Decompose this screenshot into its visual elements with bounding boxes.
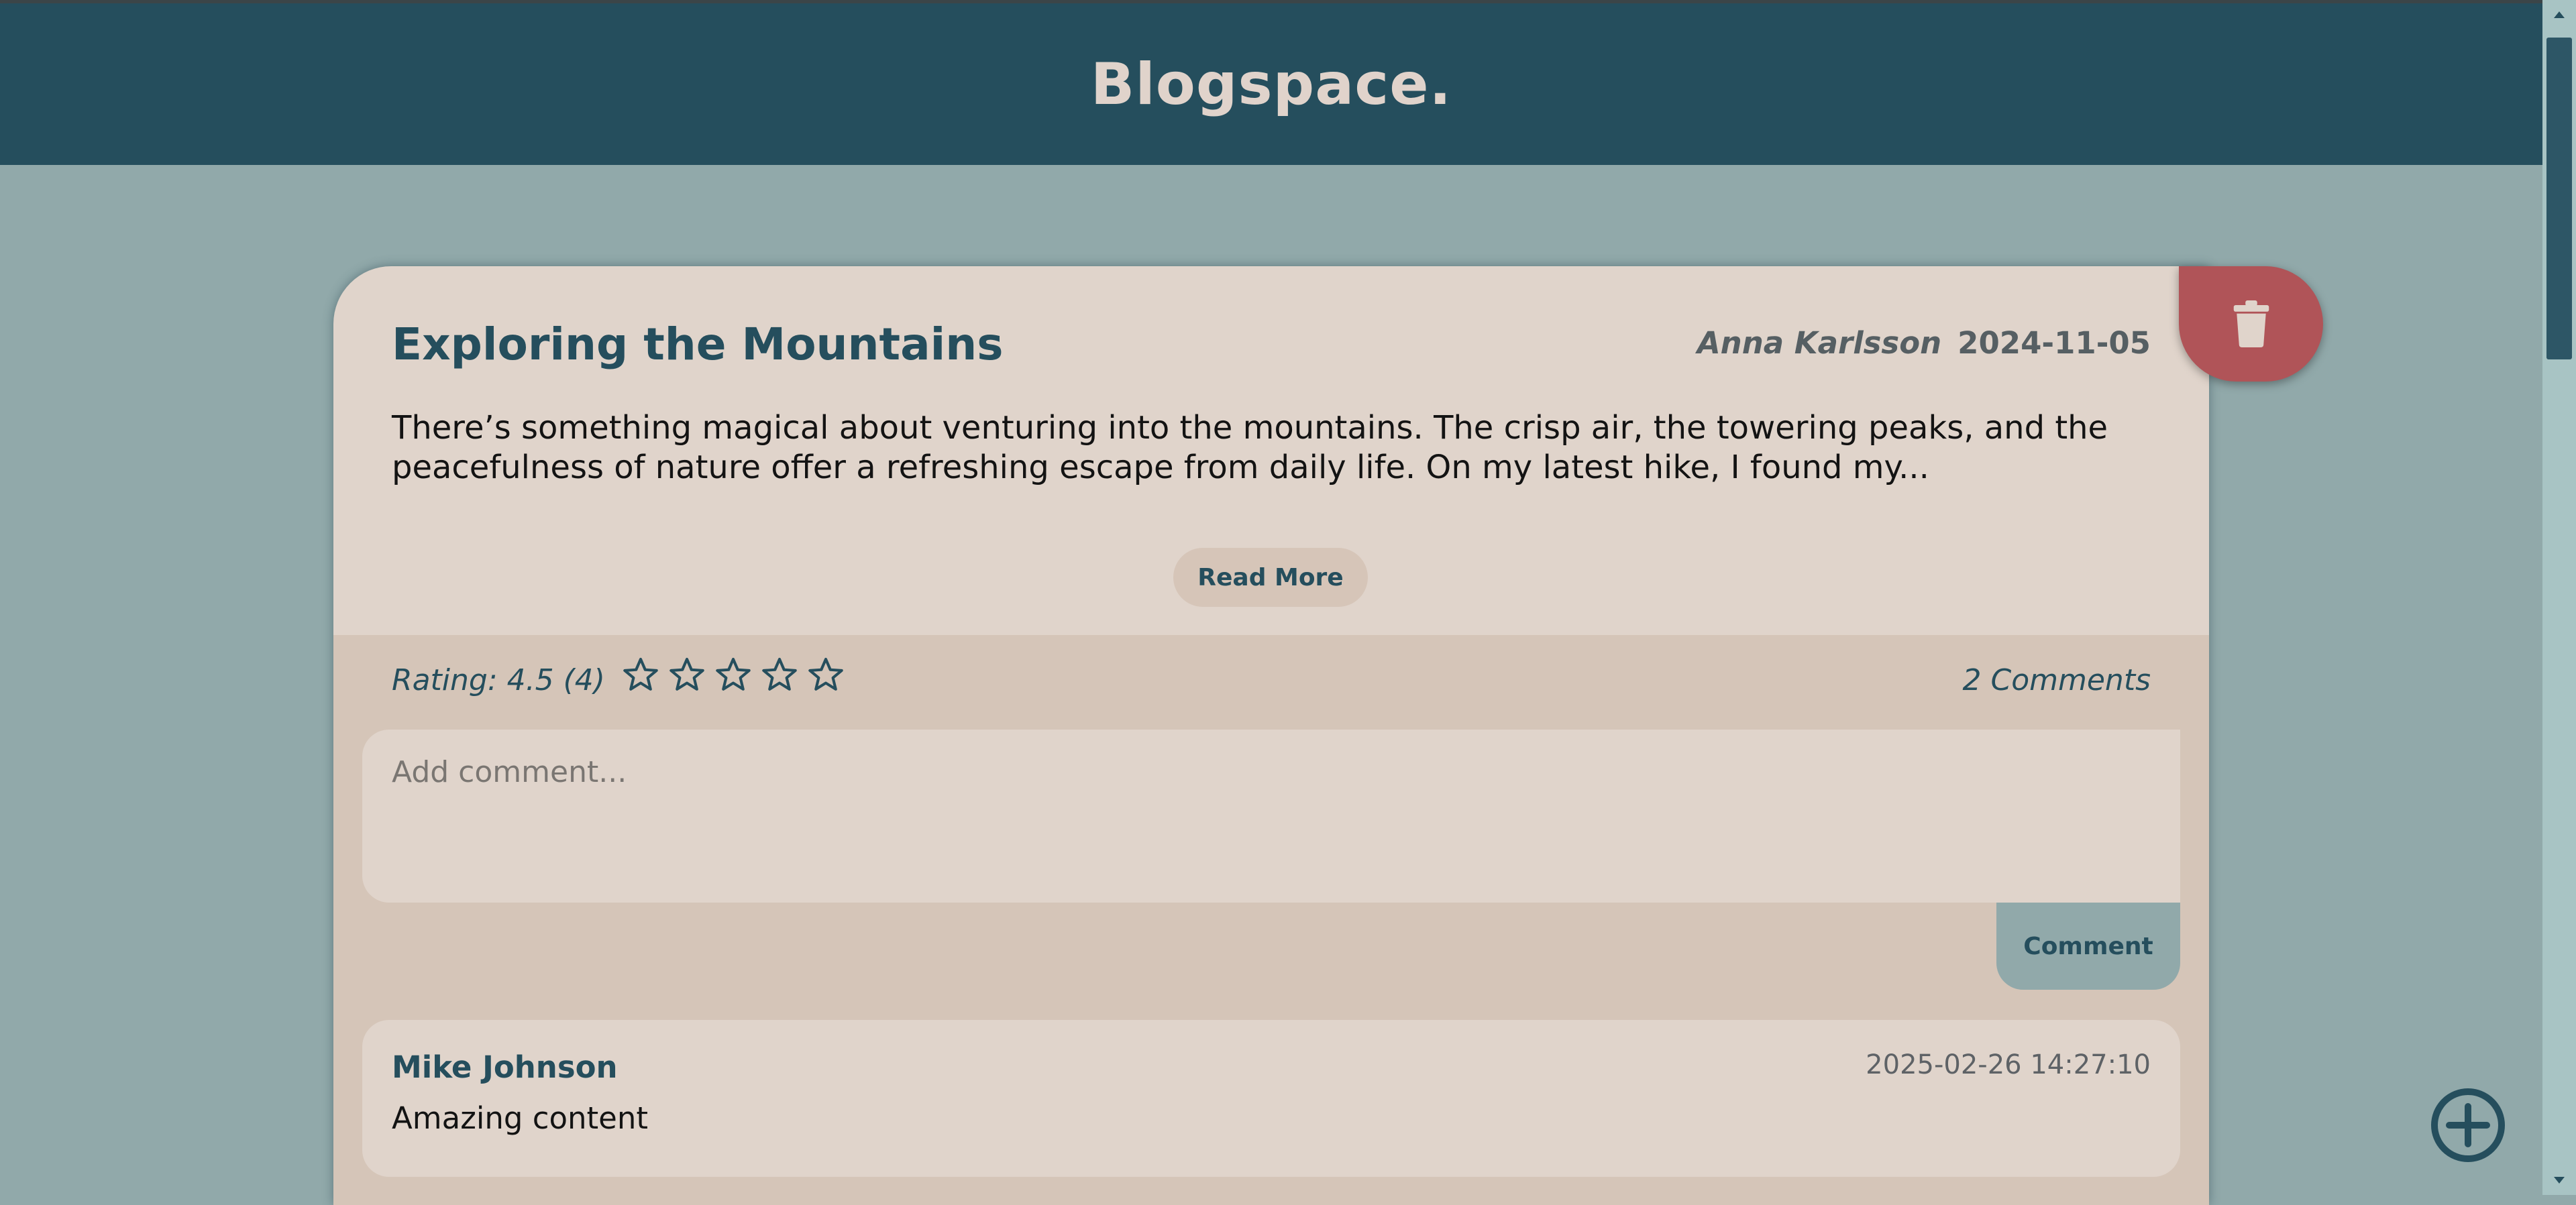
star-icon[interactable]	[667, 655, 706, 694]
star-icon[interactable]	[621, 655, 660, 694]
vertical-scrollbar[interactable]	[2542, 0, 2576, 1195]
comment-author: Mike Johnson	[392, 1049, 618, 1085]
star-icon[interactable]	[806, 655, 845, 694]
site-header: Blogspace.	[0, 3, 2542, 165]
star-icon[interactable]	[714, 655, 753, 694]
star-icon[interactable]	[760, 655, 799, 694]
scroll-up-arrow-icon[interactable]	[2542, 0, 2576, 30]
post-date: 2024-11-05	[1957, 325, 2151, 361]
comment-input[interactable]	[362, 730, 2180, 903]
comment-item: Mike Johnson 2025-02-26 14:27:10 Amazing…	[362, 1020, 2180, 1177]
comment-submit-button[interactable]: Comment	[1996, 903, 2180, 990]
add-post-button[interactable]	[2430, 1088, 2506, 1163]
post-excerpt: There’s something magical about venturin…	[392, 409, 2108, 486]
comment-count[interactable]: 2 Comments	[1963, 663, 2151, 697]
trash-icon	[2233, 300, 2269, 347]
post-meta: Anna Karlsson 2024-11-05	[1697, 325, 2151, 361]
delete-post-button[interactable]	[2179, 266, 2323, 382]
post-footer: Rating: 4.5 (4) 2 Comments Comment Mike …	[333, 635, 2209, 1205]
scroll-down-arrow-icon[interactable]	[2542, 1165, 2576, 1195]
site-logo-title[interactable]: Blogspace.	[1091, 51, 1452, 118]
comment-timestamp: 2025-02-26 14:27:10	[1866, 1049, 2151, 1080]
post-author: Anna Karlsson	[1697, 325, 1942, 361]
post-card: Exploring the Mountains Anna Karlsson 20…	[333, 266, 2209, 1205]
plus-circle-icon	[2431, 1088, 2505, 1162]
comment-text: Amazing content	[392, 1100, 648, 1136]
star-rating	[621, 655, 845, 694]
read-more-button[interactable]: Read More	[1173, 548, 1368, 607]
post-title: Exploring the Mountains	[392, 319, 1004, 370]
scrollbar-thumb[interactable]	[2546, 38, 2572, 359]
rating-text: Rating: 4.5 (4)	[392, 663, 605, 697]
